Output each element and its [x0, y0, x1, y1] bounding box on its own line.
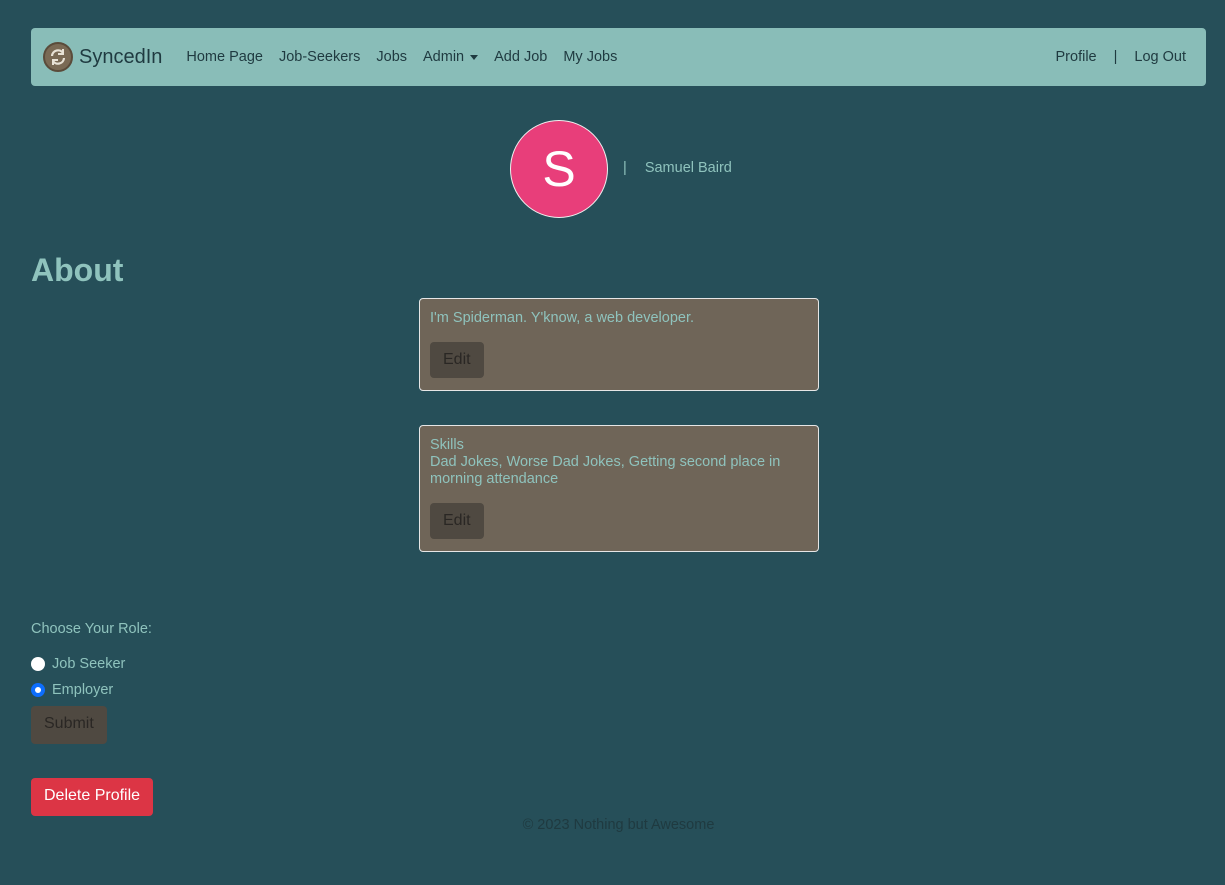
user-separator: | [623, 160, 627, 176]
skills-heading: Skills [430, 437, 464, 453]
navbar: SyncedIn Home Page Job-Seekers Jobs Admi… [31, 28, 1206, 86]
role-option-job-seeker[interactable]: Job Seeker [31, 656, 125, 672]
nav-admin-dropdown[interactable]: Admin [423, 49, 479, 65]
employer-radio[interactable] [31, 683, 45, 697]
nav-job-seekers[interactable]: Job-Seekers [279, 49, 360, 65]
avatar: S [510, 120, 608, 218]
brand-name: SyncedIn [79, 45, 163, 68]
nav-profile[interactable]: Profile [1056, 49, 1097, 65]
about-card: I'm Spiderman. Y'know, a web developer. … [419, 298, 819, 391]
edit-skills-button[interactable]: Edit [430, 503, 484, 539]
nav-my-jobs[interactable]: My Jobs [563, 49, 617, 65]
nav-admin-label: Admin [423, 49, 465, 65]
brand[interactable]: SyncedIn [43, 42, 162, 72]
delete-profile-button[interactable]: Delete Profile [31, 778, 154, 816]
job-seeker-radio[interactable] [31, 657, 45, 671]
job-seeker-label: Job Seeker [52, 656, 126, 672]
nav-separator: | [1113, 49, 1118, 65]
employer-label: Employer [52, 682, 114, 698]
chevron-down-icon [470, 54, 479, 60]
nav-home-page[interactable]: Home Page [186, 49, 263, 65]
skills-card: Skills Dad Jokes, Worse Dad Jokes, Getti… [419, 425, 819, 552]
nav-jobs[interactable]: Jobs [376, 49, 407, 65]
edit-about-button[interactable]: Edit [430, 342, 484, 378]
about-text: I'm Spiderman. Y'know, a web developer. [430, 310, 695, 326]
nav-right: Profile | Log Out [1048, 49, 1194, 65]
sync-icon [43, 42, 73, 72]
user-line: | Samuel Baird [623, 160, 732, 176]
skills-text: Dad Jokes, Worse Dad Jokes, Getting seco… [430, 454, 781, 487]
about-title: About [31, 252, 124, 288]
nav-add-job[interactable]: Add Job [494, 49, 547, 65]
nav-logout[interactable]: Log Out [1134, 49, 1186, 65]
user-name: Samuel Baird [644, 160, 732, 176]
role-option-employer[interactable]: Employer [31, 682, 113, 698]
role-label: Choose Your Role: [31, 621, 152, 637]
submit-role-button[interactable]: Submit [31, 706, 107, 744]
footer: © 2023 Nothing but Awesome [522, 817, 715, 833]
